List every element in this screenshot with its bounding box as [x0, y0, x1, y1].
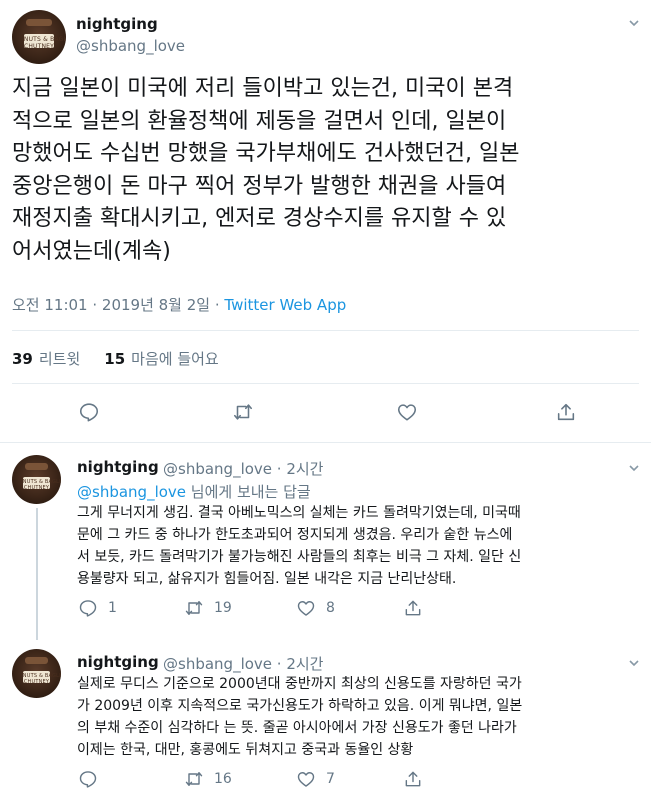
reply-count: 1: [108, 600, 117, 616]
retweet-count: 19: [214, 600, 232, 616]
reply-handle-time[interactable]: @shbang_love · 2시간: [163, 458, 323, 479]
tweet-meta: 오전 11:01 · 2019년 8월 2일 · Twitter Web App: [12, 294, 346, 315]
share-icon[interactable]: [403, 598, 423, 618]
reply-mention-link[interactable]: @shbang_love: [77, 483, 186, 501]
retweet-icon[interactable]: [232, 401, 254, 423]
reply-icon[interactable]: [78, 401, 100, 423]
avatar[interactable]: NUTS & BAGLE CHUTNEY: [12, 455, 61, 504]
tweet-text: 지금 일본이 미국에 저리 들이박고 있는건, 미국이 본격 적으로 일본의 환…: [12, 76, 520, 264]
retweet-count: 39: [12, 350, 33, 368]
tweet-timestamp[interactable]: 오전 11:01 · 2019년 8월 2일: [12, 296, 210, 314]
share-icon[interactable]: [555, 401, 577, 423]
user-handle[interactable]: @shbang_love: [76, 37, 185, 55]
reply-icon: [79, 600, 97, 617]
thread-connector-line: [36, 508, 38, 640]
retweet-label: 리트윗: [38, 350, 81, 368]
chevron-down-icon[interactable]: [629, 463, 639, 473]
avatar-jar-label: NUTS & BAGLE CHUTNEY: [23, 33, 66, 50]
avatar[interactable]: NUTS & BAGLE CHUTNEY: [12, 10, 66, 64]
avatar[interactable]: NUTS & BAGLE CHUTNEY: [12, 649, 61, 698]
like-icon[interactable]: [396, 401, 418, 423]
jar-lid-decoration: [24, 656, 49, 664]
share-icon[interactable]: [403, 769, 423, 789]
reply-text: 실제로 무디스 기준으로 2000년대 중반까지 최상의 신용도를 자랑하던 국…: [77, 676, 523, 758]
reply-text: 그게 무너지게 생김. 결국 아베노믹스의 실체는 카드 돌려막기였는데, 미국…: [77, 505, 522, 587]
like-icon: [297, 601, 315, 616]
likes-stat[interactable]: 15 마음에 들어요: [104, 350, 218, 368]
retweets-stat[interactable]: 39 리트윗: [12, 350, 80, 368]
chevron-down-icon[interactable]: [629, 18, 639, 28]
reply-display-name[interactable]: nightging: [77, 653, 159, 671]
avatar-jar-label: NUTS & BAGLE CHUTNEY: [22, 476, 61, 491]
reply-to-label: 님에게 보내는 답글: [186, 483, 311, 501]
like-count: 7: [326, 771, 335, 787]
retweet-icon: [185, 601, 203, 615]
divider: [0, 442, 651, 443]
retweet-count: 16: [214, 771, 232, 787]
jar-lid-decoration: [26, 18, 52, 27]
retweet-button[interactable]: 16: [184, 769, 232, 789]
like-count: 15: [104, 350, 126, 368]
meta-separator: ·: [210, 296, 225, 314]
like-icon: [297, 772, 315, 787]
jar-lid-decoration: [24, 462, 49, 470]
tweet-stats: 39 리트윗 15 마음에 들어요: [12, 348, 219, 369]
source-app-link[interactable]: Twitter Web App: [224, 296, 346, 314]
retweet-icon: [185, 772, 203, 786]
like-count: 8: [326, 600, 335, 616]
replying-to: @shbang_love 님에게 보내는 답글: [77, 481, 311, 502]
like-label: 마음에 들어요: [131, 350, 219, 368]
divider: [12, 383, 639, 384]
chevron-down-icon[interactable]: [629, 658, 639, 668]
reply-button[interactable]: [78, 769, 108, 789]
display-name[interactable]: nightging: [76, 15, 158, 33]
retweet-button[interactable]: 19: [184, 598, 232, 618]
reply-handle-time[interactable]: @shbang_love · 2시간: [163, 653, 323, 674]
reply-button[interactable]: 1: [78, 598, 117, 618]
reply-display-name[interactable]: nightging: [77, 458, 159, 476]
reply-icon: [79, 771, 97, 788]
like-button[interactable]: 7: [296, 769, 335, 789]
avatar-jar-label: NUTS & BAGLE CHUTNEY: [22, 670, 61, 685]
like-button[interactable]: 8: [296, 598, 335, 618]
divider: [12, 330, 639, 331]
